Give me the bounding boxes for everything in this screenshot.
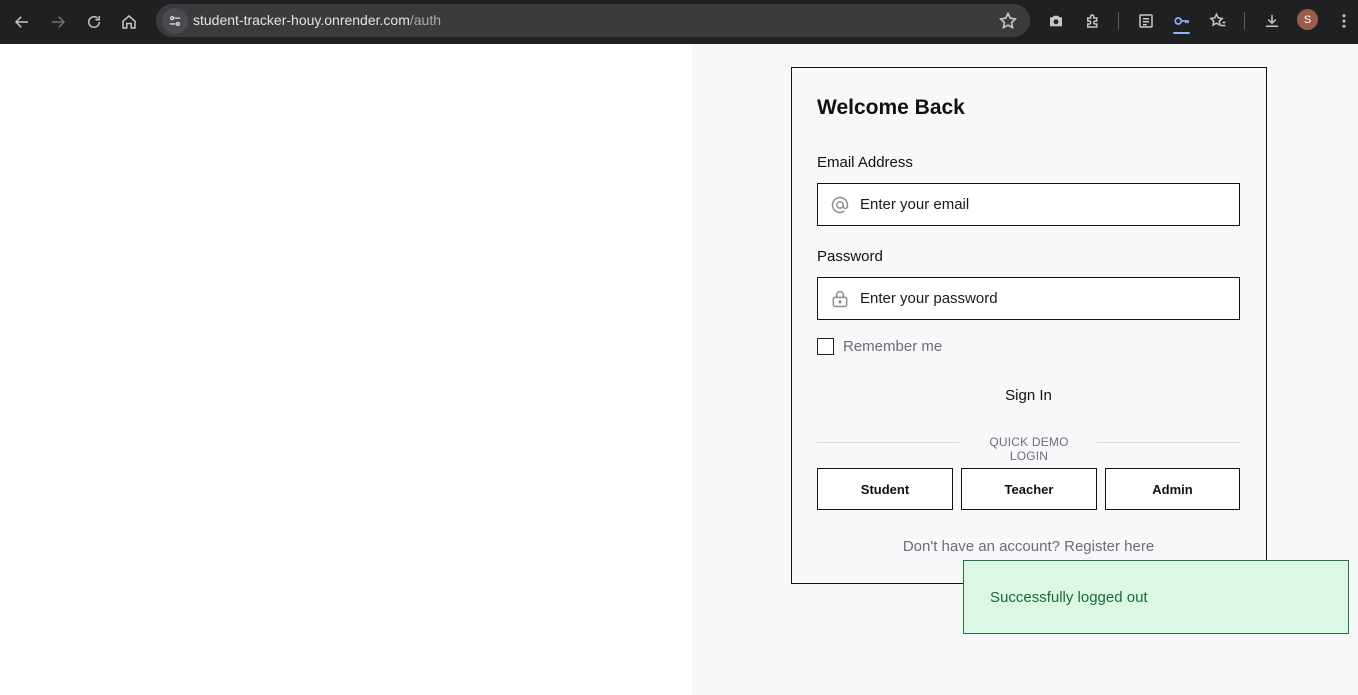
- toolbar-divider: [1118, 12, 1119, 30]
- site-info-button[interactable]: [162, 8, 188, 34]
- home-icon: [122, 15, 136, 29]
- password-field[interactable]: [817, 277, 1240, 320]
- left-panel: [0, 44, 692, 695]
- remember-label: Remember me: [843, 338, 943, 355]
- arrow-right-icon: [52, 16, 66, 28]
- home-button[interactable]: [115, 8, 143, 36]
- toast-message: Successfully logged out: [990, 589, 1148, 606]
- download-icon: [1266, 15, 1278, 27]
- browser-menu-button[interactable]: [1333, 10, 1355, 32]
- kebab-menu-icon: [1342, 14, 1346, 28]
- email-label: Email Address: [817, 154, 913, 171]
- remember-checkbox[interactable]: [817, 338, 834, 355]
- demo-admin-button[interactable]: Admin: [1105, 468, 1240, 510]
- favorites-button[interactable]: [1207, 10, 1229, 32]
- screenshot-button[interactable]: [1045, 10, 1067, 32]
- star-list-icon: [1209, 12, 1226, 27]
- passwords-button[interactable]: [1171, 10, 1193, 32]
- login-card: Welcome Back Email Address Password Reme…: [791, 67, 1267, 584]
- password-label: Password: [817, 248, 883, 265]
- active-indicator: [1173, 32, 1190, 34]
- password-input[interactable]: [860, 278, 1230, 319]
- key-icon: [1174, 17, 1189, 25]
- puzzle-icon: [1087, 14, 1098, 28]
- email-field[interactable]: [817, 183, 1240, 226]
- back-button[interactable]: [8, 8, 36, 36]
- address-bar[interactable]: student-tracker-houy.onrender.com/auth: [156, 4, 1030, 37]
- register-link[interactable]: Don't have an account? Register here: [817, 538, 1240, 555]
- divider-left: [817, 442, 959, 443]
- demo-student-button[interactable]: Student: [817, 468, 953, 510]
- email-input[interactable]: [860, 184, 1230, 225]
- downloads-button[interactable]: [1261, 10, 1283, 32]
- tune-icon: [169, 15, 181, 27]
- at-sign-icon: [831, 196, 849, 214]
- reload-button[interactable]: [80, 8, 108, 36]
- toast-notification[interactable]: Successfully logged out: [963, 560, 1349, 634]
- star-icon: [998, 11, 1018, 30]
- reading-list-button[interactable]: [1135, 10, 1157, 32]
- lock-icon: [832, 290, 848, 308]
- camera-icon: [1050, 15, 1062, 27]
- url-host: student-tracker-houy.onrender.com: [193, 12, 410, 28]
- arrow-left-icon: [14, 16, 28, 28]
- url-text[interactable]: student-tracker-houy.onrender.com/auth: [193, 12, 441, 28]
- sign-in-button[interactable]: Sign In: [817, 378, 1240, 412]
- page-title: Welcome Back: [817, 96, 965, 119]
- browser-toolbar: student-tracker-houy.onrender.com/auth S: [0, 0, 1358, 44]
- divider-right: [1097, 442, 1240, 443]
- profile-avatar[interactable]: S: [1297, 9, 1318, 30]
- demo-teacher-button[interactable]: Teacher: [961, 468, 1097, 510]
- remember-me[interactable]: Remember me: [817, 338, 942, 355]
- url-path: /auth: [409, 12, 441, 28]
- forward-button[interactable]: [44, 8, 72, 36]
- toolbar-divider: [1244, 12, 1245, 30]
- reading-list-icon: [1139, 14, 1153, 28]
- bookmark-button[interactable]: [998, 11, 1018, 31]
- quick-demo-label: QUICK DEMO LOGIN: [989, 435, 1069, 463]
- extensions-button[interactable]: [1082, 10, 1104, 32]
- reload-icon: [88, 16, 100, 28]
